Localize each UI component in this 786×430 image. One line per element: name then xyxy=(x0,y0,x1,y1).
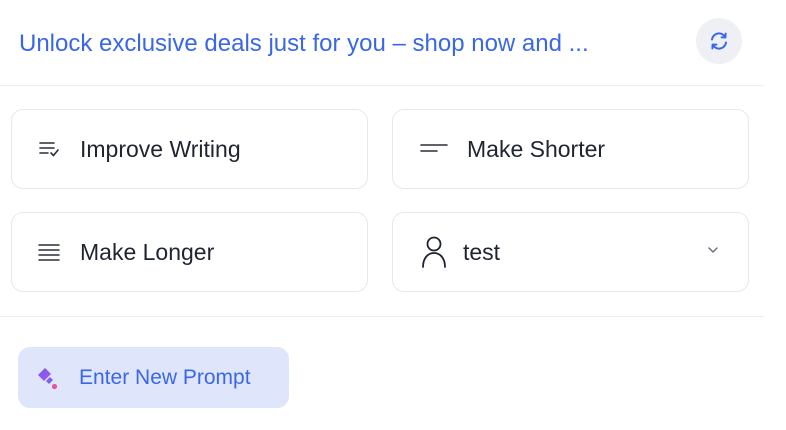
improve-writing-button[interactable]: Improve Writing xyxy=(11,109,368,189)
short-lines-icon xyxy=(419,138,449,160)
make-longer-button[interactable]: Make Longer xyxy=(11,212,368,292)
refresh-button[interactable] xyxy=(696,18,742,64)
improve-writing-label: Improve Writing xyxy=(80,135,241,162)
make-shorter-button[interactable]: Make Shorter xyxy=(392,109,749,189)
user-icon xyxy=(421,235,447,269)
persona-select-value: test xyxy=(463,238,501,265)
divider xyxy=(0,316,764,317)
magic-wand-icon xyxy=(38,366,58,390)
refresh-icon xyxy=(711,32,727,50)
enter-new-prompt-button[interactable]: Enter New Prompt xyxy=(18,347,289,408)
enter-new-prompt-label: Enter New Prompt xyxy=(79,365,251,389)
long-lines-icon xyxy=(38,241,60,263)
divider xyxy=(0,85,764,86)
persona-select[interactable]: test xyxy=(392,212,749,292)
chevron-down-icon xyxy=(706,243,720,257)
make-longer-label: Make Longer xyxy=(80,238,215,265)
text-check-icon xyxy=(38,138,60,160)
suggestion-text[interactable]: Unlock exclusive deals just for you – sh… xyxy=(19,26,689,62)
make-shorter-label: Make Shorter xyxy=(467,135,606,162)
